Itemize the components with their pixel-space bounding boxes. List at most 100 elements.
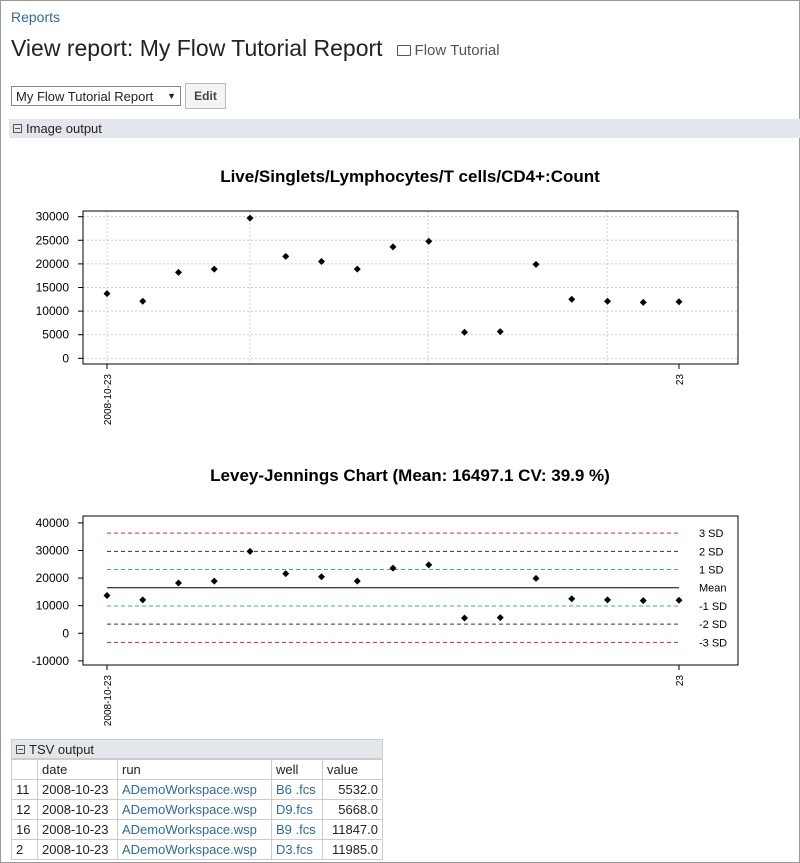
report-select[interactable]: My Flow Tutorial Report ▼ xyxy=(11,86,181,106)
page-title: View report: My Flow Tutorial Report xyxy=(11,35,383,61)
run-link[interactable]: ADemoWorkspace.wsp xyxy=(117,779,272,800)
col-index xyxy=(11,759,38,780)
data-point xyxy=(496,328,504,336)
data-point xyxy=(639,597,647,605)
y-tick-label: 30000 xyxy=(36,210,70,224)
collapse-icon[interactable] xyxy=(16,744,25,754)
report-controls: My Flow Tutorial Report ▼ Edit xyxy=(11,83,226,109)
row-date: 2008-10-23 xyxy=(37,839,118,860)
y-tick-label: 0 xyxy=(62,626,69,640)
col-well: well xyxy=(271,759,323,780)
x-tick-label: 2008-10-23 xyxy=(103,374,114,426)
row-date: 2008-10-23 xyxy=(37,819,118,840)
col-date: date xyxy=(37,759,118,780)
data-point xyxy=(675,596,683,604)
data-point xyxy=(246,547,254,555)
y-tick-label: 30000 xyxy=(36,543,70,557)
data-point xyxy=(139,297,147,305)
data-point xyxy=(568,595,576,603)
x-tick-label: 23 xyxy=(675,374,686,386)
row-date: 2008-10-23 xyxy=(37,779,118,800)
y-tick-label: 10000 xyxy=(36,599,70,613)
data-point xyxy=(175,268,182,276)
data-point xyxy=(461,614,468,622)
reference-label: 3 SD xyxy=(699,528,724,540)
data-point xyxy=(496,614,504,622)
row-date: 2008-10-23 xyxy=(37,799,118,820)
well-link[interactable]: D3.fcs xyxy=(271,839,323,860)
reference-label: -1 SD xyxy=(699,601,727,613)
data-point xyxy=(210,265,218,273)
folder-label[interactable]: Flow Tutorial xyxy=(415,42,500,59)
data-point xyxy=(175,579,182,587)
run-link[interactable]: ADemoWorkspace.wsp xyxy=(117,819,272,840)
table-row: 12 2008-10-23 ADemoWorkspace.wsp D9.fcs … xyxy=(11,799,383,820)
well-link[interactable]: B9 .fcs xyxy=(271,819,323,840)
image-output-label: Image output xyxy=(26,121,102,136)
data-point xyxy=(139,596,147,604)
reference-label: 2 SD xyxy=(699,546,724,558)
edit-button[interactable]: Edit xyxy=(185,83,226,109)
dropdown-caret-icon: ▼ xyxy=(167,91,176,101)
title-row: View report: My Flow Tutorial Report Flo… xyxy=(11,35,500,62)
y-tick-label: 15000 xyxy=(36,281,70,295)
row-index: 2 xyxy=(11,839,38,860)
data-point xyxy=(425,237,433,245)
y-tick-label: -10000 xyxy=(32,654,70,668)
folder-icon xyxy=(396,45,411,56)
chart-title: Live/Singlets/Lymphocytes/T cells/CD4+:C… xyxy=(220,167,600,186)
collapse-icon[interactable] xyxy=(13,124,22,133)
row-value: 11847.0 xyxy=(322,819,383,840)
tsv-output-section-header[interactable]: TSV output xyxy=(11,739,383,759)
data-point xyxy=(210,577,218,585)
col-value: value xyxy=(322,759,383,780)
y-tick-label: 5000 xyxy=(42,328,69,342)
data-point xyxy=(604,297,611,305)
run-link[interactable]: ADemoWorkspace.wsp xyxy=(117,839,272,860)
row-value: 11985.0 xyxy=(322,839,383,860)
data-point xyxy=(318,573,325,581)
y-tick-label: 40000 xyxy=(36,516,70,530)
reference-label: -2 SD xyxy=(699,619,727,631)
data-point xyxy=(103,290,111,298)
data-point xyxy=(532,260,540,268)
folder-link[interactable]: Flow Tutorial xyxy=(396,42,500,59)
tsv-table: date run well value 11 2008-10-23 ADemoW… xyxy=(11,759,383,860)
data-point xyxy=(389,564,397,572)
report-select-value: My Flow Tutorial Report xyxy=(16,88,154,104)
y-tick-label: 10000 xyxy=(36,304,70,318)
chart-title: Levey-Jennings Chart (Mean: 16497.1 CV: … xyxy=(210,466,610,485)
data-point xyxy=(246,214,254,222)
y-tick-label: 0 xyxy=(62,351,69,365)
data-point xyxy=(461,328,468,336)
y-tick-label: 20000 xyxy=(36,257,70,271)
data-point xyxy=(103,591,111,599)
count-scatter-chart: Live/Singlets/Lymphocytes/T cells/CD4+:C… xyxy=(36,167,739,426)
data-point xyxy=(639,298,647,306)
tsv-header-row: date run well value xyxy=(11,759,383,780)
reference-label: 1 SD xyxy=(699,565,724,577)
well-link[interactable]: D9.fcs xyxy=(271,799,323,820)
data-point xyxy=(389,243,397,251)
reference-label: Mean xyxy=(699,583,727,595)
image-output-section-header[interactable]: Image output xyxy=(9,119,800,138)
data-point xyxy=(282,252,290,260)
table-row: 11 2008-10-23 ADemoWorkspace.wsp B6 .fcs… xyxy=(11,779,383,800)
data-point xyxy=(353,577,361,585)
data-point xyxy=(425,561,433,569)
data-point xyxy=(568,295,576,303)
table-row: 2 2008-10-23 ADemoWorkspace.wsp D3.fcs 1… xyxy=(11,839,383,860)
y-tick-label: 25000 xyxy=(36,233,70,247)
run-link[interactable]: ADemoWorkspace.wsp xyxy=(117,799,272,820)
col-run: run xyxy=(117,759,272,780)
breadcrumb-reports[interactable]: Reports xyxy=(11,9,60,25)
data-point xyxy=(353,265,361,273)
x-tick-label: 23 xyxy=(675,675,686,687)
row-index: 11 xyxy=(11,779,38,800)
data-point xyxy=(532,574,540,582)
x-tick-label: 2008-10-23 xyxy=(103,675,114,727)
table-row: 16 2008-10-23 ADemoWorkspace.wsp B9 .fcs… xyxy=(11,819,383,840)
well-link[interactable]: B6 .fcs xyxy=(271,779,323,800)
levey-jennings-chart: Levey-Jennings Chart (Mean: 16497.1 CV: … xyxy=(32,466,739,727)
row-index: 12 xyxy=(11,799,38,820)
